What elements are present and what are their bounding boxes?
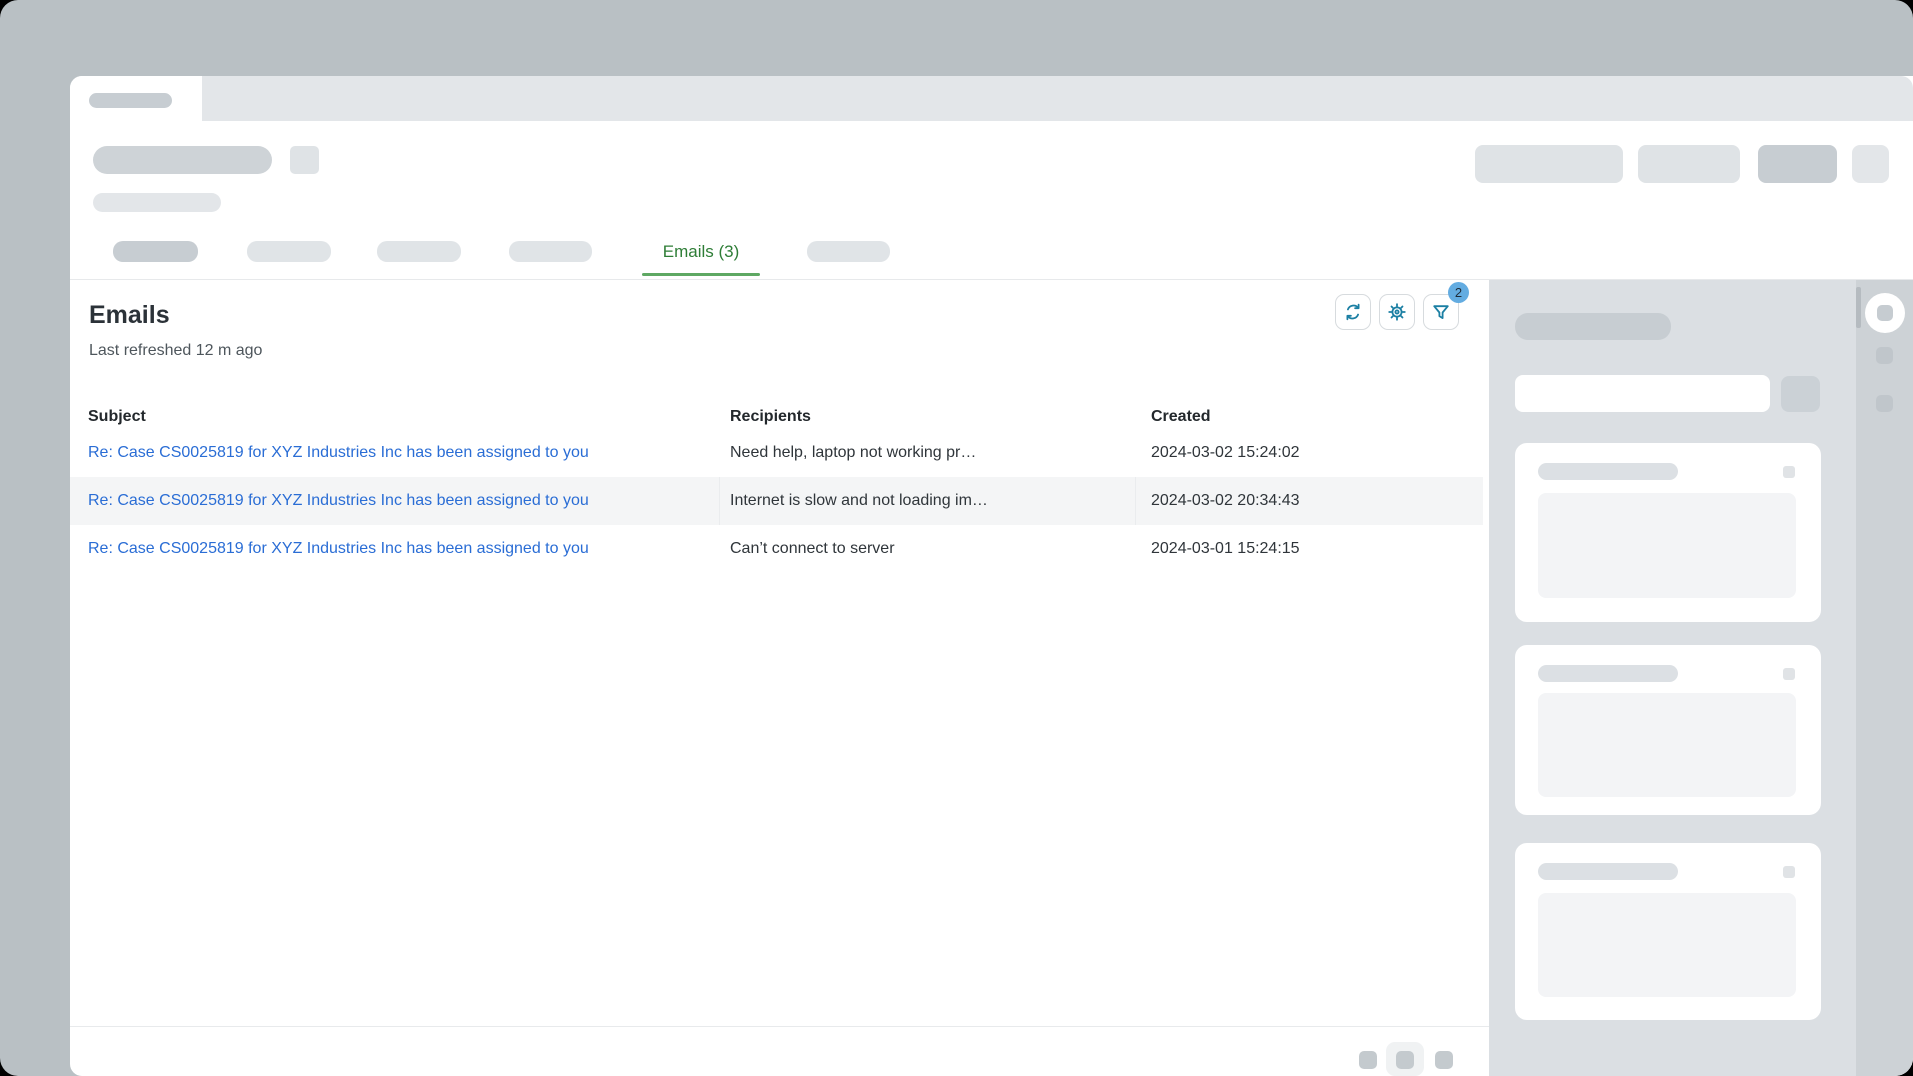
header-button-skeleton-1[interactable] — [1475, 145, 1623, 183]
app-screen: Emails (3) Emails Last refreshed 12 m ag… — [0, 0, 1913, 1076]
table-row[interactable]: Re: Case CS0025819 for XYZ Industries In… — [70, 429, 1483, 477]
email-subject-link[interactable]: Re: Case CS0025819 for XYZ Industries In… — [88, 429, 708, 477]
record-icon-skeleton — [290, 146, 319, 174]
refresh-button[interactable] — [1335, 294, 1371, 330]
card-action-skeleton[interactable] — [1783, 466, 1795, 478]
card-action-skeleton[interactable] — [1783, 668, 1795, 680]
column-header-subject[interactable]: Subject — [88, 405, 146, 429]
pagination-dot-3[interactable] — [1435, 1051, 1453, 1069]
settings-button[interactable] — [1379, 294, 1415, 330]
record-subtitle-skeleton — [93, 193, 221, 212]
email-created: 2024-03-02 15:24:02 — [1151, 429, 1471, 477]
tab-skeleton-1[interactable] — [113, 241, 198, 262]
footer-divider — [70, 1026, 1489, 1027]
column-header-recipients[interactable]: Recipients — [730, 405, 811, 429]
cell-divider — [719, 477, 720, 525]
pagination-dot-2-selected[interactable] — [1386, 1042, 1424, 1076]
sidebar-card — [1515, 443, 1821, 622]
panel-last-refreshed: Last refreshed 12 m ago — [89, 340, 262, 362]
tab-skeleton-4[interactable] — [509, 241, 592, 262]
rail-active-tool-button[interactable] — [1865, 293, 1905, 333]
card-body-skeleton — [1538, 493, 1796, 598]
record-title-skeleton — [93, 146, 272, 174]
email-created: 2024-03-02 20:34:43 — [1151, 477, 1471, 525]
tab-emails-active-underline — [642, 273, 760, 276]
pagination-dot-2 — [1396, 1051, 1414, 1069]
email-subject-link[interactable]: Re: Case CS0025819 for XYZ Industries In… — [88, 525, 708, 573]
panel-title: Emails — [89, 300, 170, 330]
tab-skeleton-3[interactable] — [377, 241, 461, 262]
email-subject-link[interactable]: Re: Case CS0025819 for XYZ Industries In… — [88, 477, 708, 525]
tab-emails[interactable]: Emails (3) — [634, 238, 768, 266]
rail-tool-button-2[interactable] — [1876, 347, 1893, 364]
table-row[interactable]: Re: Case CS0025819 for XYZ Industries In… — [70, 477, 1483, 525]
pagination-dot-1[interactable] — [1359, 1051, 1377, 1069]
card-title-skeleton — [1538, 463, 1678, 480]
card-action-skeleton[interactable] — [1783, 866, 1795, 878]
browser-tabstrip — [202, 76, 1913, 121]
gear-icon — [1387, 302, 1407, 322]
filter-count-badge: 2 — [1448, 282, 1469, 303]
email-created: 2024-03-01 15:24:15 — [1151, 525, 1471, 573]
sidebar-search-button[interactable] — [1781, 376, 1820, 412]
tool-icon-skeleton — [1877, 305, 1893, 321]
rail-tool-button-3[interactable] — [1876, 395, 1893, 412]
refresh-icon — [1343, 302, 1363, 322]
email-recipients: Internet is slow and not loading im… — [730, 477, 1130, 525]
header-menu-button-skeleton[interactable] — [1852, 145, 1889, 183]
tab-skeleton-5[interactable] — [807, 241, 890, 262]
filter-funnel-icon — [1431, 302, 1451, 322]
email-recipients: Can’t connect to server — [730, 525, 1130, 573]
sidebar-search-input[interactable] — [1515, 375, 1770, 412]
card-title-skeleton — [1538, 665, 1678, 682]
header-button-skeleton-2[interactable] — [1638, 145, 1740, 183]
browser-tab-title-skeleton — [89, 93, 172, 108]
tab-skeleton-2[interactable] — [247, 241, 331, 262]
sidebar-card — [1515, 645, 1821, 815]
sidebar-card — [1515, 843, 1821, 1020]
card-body-skeleton — [1538, 693, 1796, 797]
column-header-created[interactable]: Created — [1151, 405, 1211, 429]
email-recipients: Need help, laptop not working pr… — [730, 429, 1130, 477]
cell-divider — [1135, 477, 1136, 525]
card-title-skeleton — [1538, 863, 1678, 880]
sidebar-title-skeleton — [1515, 313, 1671, 340]
rail-scrollbar-thumb[interactable] — [1856, 287, 1861, 328]
table-row[interactable]: Re: Case CS0025819 for XYZ Industries In… — [70, 525, 1483, 573]
header-primary-button-skeleton[interactable] — [1758, 145, 1837, 183]
card-body-skeleton — [1538, 893, 1796, 997]
